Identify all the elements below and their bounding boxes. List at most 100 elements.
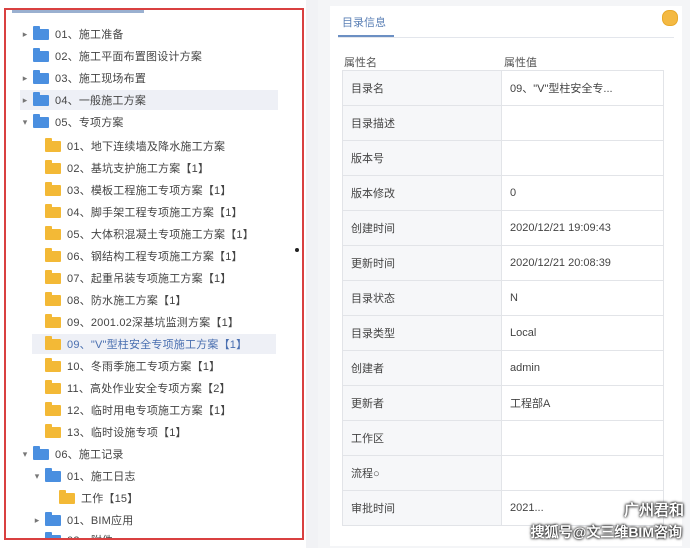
property-value[interactable]: N [501, 280, 664, 316]
tree-item[interactable]: 10、冬雨季施工专项方案【1】 [32, 356, 290, 376]
tree-item[interactable]: 05、大体积混凝土专项施工方案【1】 [32, 224, 290, 244]
tree-item[interactable]: 06、钢结构工程专项施工方案【1】 [32, 246, 290, 266]
table-row: 更新时间 2020/12/21 20:08:39 [342, 245, 664, 281]
folder-icon [45, 313, 61, 328]
property-value[interactable]: 0 [501, 175, 664, 211]
tree-item[interactable]: ▾ 01、施工日志 [32, 466, 290, 486]
property-key: 更新时间 [342, 245, 502, 281]
tree-item[interactable]: 03、模板工程施工专项方案【1】 [32, 180, 290, 200]
property-value[interactable] [501, 140, 664, 176]
collapse-caret-icon[interactable]: ▾ [20, 449, 30, 460]
resize-handle-dot[interactable] [295, 248, 299, 252]
expand-caret-icon[interactable]: ▸ [32, 535, 42, 539]
expand-caret-icon[interactable]: ▸ [20, 73, 30, 84]
property-key: 目录类型 [342, 315, 502, 351]
property-value[interactable] [501, 105, 664, 141]
tree-item[interactable]: ▸ 01、BIM应用 [32, 510, 290, 530]
table-row: 创建者 admin [342, 350, 664, 386]
properties-panel: 目录信息 属性名 属性值 目录名 09、"V"型柱安全专... 目录描述 版本号 … [330, 6, 682, 546]
notification-icon[interactable] [662, 10, 678, 26]
folder-icon [45, 203, 61, 218]
property-value[interactable]: admin [501, 350, 664, 386]
folder-icon [45, 225, 61, 240]
expand-caret-icon[interactable]: ▸ [20, 29, 30, 40]
tree-item-label: 02、基坑支护施工方案【1】 [67, 163, 210, 175]
collapse-caret-icon[interactable]: ▾ [32, 471, 42, 482]
tree-item-selected[interactable]: 09、"V"型柱安全专项施工方案【1】 [32, 334, 276, 354]
folder-icon [45, 247, 61, 262]
tree-item[interactable]: ▾ 06、施工记录 [20, 444, 290, 464]
expand-caret-icon[interactable]: ▸ [32, 515, 42, 526]
folder-icon [33, 25, 49, 40]
header-attribute-value: 属性值 [504, 57, 537, 69]
folder-icon [33, 69, 49, 84]
property-key: 流程○ [342, 455, 502, 491]
tree-item-label: 08、防水施工方案【1】 [67, 295, 187, 307]
property-key: 创建时间 [342, 210, 502, 246]
property-value[interactable]: 工程部A [501, 385, 664, 421]
collapse-caret-icon[interactable]: ▾ [20, 117, 30, 128]
tree-item-label: 06、施工记录 [55, 449, 124, 461]
tree-item[interactable]: 12、临时用电专项施工方案【1】 [32, 400, 290, 420]
watermark-company: 广州君和 [623, 502, 684, 519]
tree-item-hovered[interactable]: ▸ 04、一般施工方案 [20, 90, 278, 110]
tree-item[interactable]: 11、高处作业安全专项方案【2】 [32, 378, 290, 398]
property-value[interactable] [501, 455, 664, 491]
tree-item[interactable]: 工作【15】 [46, 488, 290, 508]
folder-icon [45, 357, 61, 372]
property-value[interactable]: Local [501, 315, 664, 351]
folder-icon [45, 269, 61, 284]
folder-icon [45, 423, 61, 438]
table-row: 创建时间 2020/12/21 19:09:43 [342, 210, 664, 246]
tree-item-label: 01、施工日志 [67, 471, 136, 483]
folder-icon [45, 181, 61, 196]
folder-icon [45, 401, 61, 416]
tree-item-label: 03、模板工程施工专项方案【1】 [67, 185, 232, 197]
table-row: 审批时间 2021... [342, 490, 664, 526]
expand-caret-icon[interactable]: ▸ [20, 95, 30, 106]
tree-item[interactable]: 02、施工平面布置图设计方案 [20, 46, 290, 66]
tree-item-label: 03、施工现场布置 [55, 73, 147, 85]
folder-icon [45, 291, 61, 306]
table-row: 更新者 工程部A [342, 385, 664, 421]
tree-item[interactable]: ▸ 01、施工准备 [20, 24, 290, 44]
tree-item[interactable]: ▾ 05、专项方案 [20, 112, 290, 132]
tree-item-label: 02、施工平面布置图设计方案 [55, 51, 203, 63]
property-key: 目录状态 [342, 280, 502, 316]
table-row: 版本修改 0 [342, 175, 664, 211]
tree-item-label: 02、附件 [67, 532, 113, 538]
tree-item[interactable]: 07、起重吊装专项施工方案【1】 [32, 268, 290, 288]
panel-divider[interactable] [306, 0, 318, 548]
directory-tree-panel: ▸ 01、施工准备 02、施工平面布置图设计方案 ▸ 03、施工现场布置 ▸ 0… [4, 8, 304, 540]
table-row: 目录名 09、"V"型柱安全专... [342, 70, 664, 106]
tree-item[interactable]: 08、防水施工方案【1】 [32, 290, 290, 310]
table-row: 流程○ [342, 455, 664, 491]
tree-item-label: 05、专项方案 [55, 117, 124, 129]
tree-item[interactable]: 02、基坑支护施工方案【1】 [32, 158, 290, 178]
property-value[interactable]: 2020/12/21 19:09:43 [501, 210, 664, 246]
tree-item[interactable]: ▸ 02、附件 [32, 530, 290, 539]
tree-item-label: 04、一般施工方案 [55, 95, 147, 107]
tree-item-label: 11、高处作业安全专项方案【2】 [67, 383, 231, 395]
tab-directory-info[interactable]: 目录信息 [342, 14, 386, 30]
tree-item[interactable]: 04、脚手架工程专项施工方案【1】 [32, 202, 290, 222]
property-value[interactable]: 09、"V"型柱安全专... [501, 70, 664, 106]
header-attribute-name: 属性名 [344, 57, 377, 69]
tree-item[interactable]: 13、临时设施专项【1】 [32, 422, 290, 442]
folder-icon [45, 531, 61, 538]
folder-icon [33, 113, 49, 128]
folder-icon [45, 159, 61, 174]
table-row: 目录状态 N [342, 280, 664, 316]
property-key: 工作区 [342, 420, 502, 456]
property-value[interactable]: 2020/12/21 20:08:39 [501, 245, 664, 281]
folder-icon [33, 47, 49, 62]
tree-item-label: 07、起重吊装专项施工方案【1】 [67, 273, 232, 285]
tree-item-label: 工作【15】 [81, 493, 139, 505]
tree-item[interactable]: 09、2001.02深基坑监测方案【1】 [32, 312, 290, 332]
folder-icon [45, 379, 61, 394]
property-value[interactable] [501, 420, 664, 456]
tree-item-label: 01、施工准备 [55, 29, 124, 41]
tree-item-label: 05、大体积混凝土专项施工方案【1】 [67, 229, 254, 241]
tree-item[interactable]: 01、地下连续墙及降水施工方案 [32, 136, 290, 156]
tree-item[interactable]: ▸ 03、施工现场布置 [20, 68, 290, 88]
